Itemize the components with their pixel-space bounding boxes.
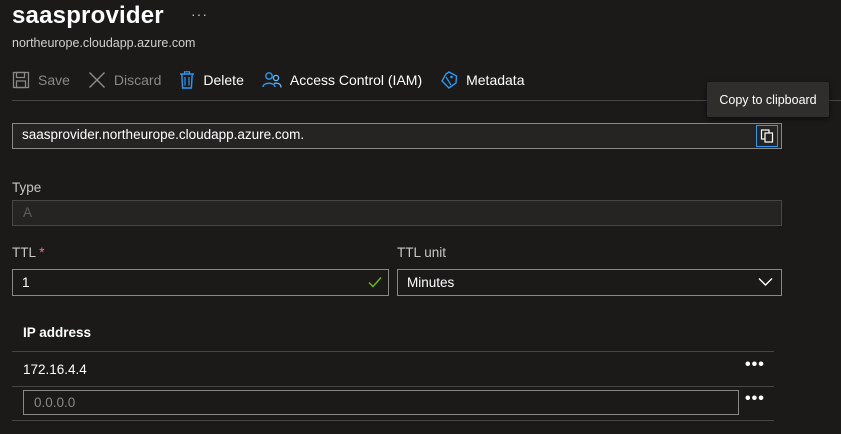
ip-address-column-header: IP address (23, 325, 92, 340)
chevron-down-icon (758, 278, 773, 286)
ip-address-value: 172.16.4.4 (23, 362, 87, 377)
ttl-label: TTL * (12, 245, 45, 260)
tag-icon (441, 71, 458, 89)
people-icon (262, 72, 282, 88)
ttl-unit-label: TTL unit (397, 245, 447, 260)
save-label: Save (38, 72, 70, 88)
ttl-input[interactable] (12, 269, 389, 296)
metadata-button[interactable]: Metadata (440, 71, 524, 89)
new-row-more-button[interactable]: ••• (745, 391, 765, 407)
ttl-unit-dropdown[interactable] (397, 269, 782, 296)
ttl-label-text: TTL (12, 245, 36, 260)
ip-address-placeholder: 0.0.0.0 (34, 395, 76, 410)
close-icon (88, 71, 105, 89)
checkmark-icon (368, 277, 382, 288)
more-options-button[interactable]: ··· (191, 6, 208, 22)
table-divider (12, 420, 774, 421)
save-button[interactable]: Save (12, 71, 70, 89)
trash-icon (180, 71, 195, 89)
delete-button[interactable]: Delete (179, 71, 244, 89)
save-icon (12, 71, 30, 89)
type-field (12, 200, 782, 226)
type-value: A (23, 205, 33, 220)
required-indicator: * (39, 245, 45, 260)
copy-tooltip: Copy to clipboard (707, 82, 829, 117)
copy-to-clipboard-button[interactable] (756, 125, 778, 147)
access-control-button[interactable]: Access Control (IAM) (262, 71, 422, 89)
page-title: saasprovider (12, 2, 164, 29)
fqdn-value: saasprovider.northeurope.cloudapp.azure.… (22, 127, 305, 142)
new-ip-address-input[interactable] (23, 390, 739, 415)
delete-label: Delete (203, 72, 244, 88)
table-divider (12, 386, 774, 387)
type-label: Type (12, 180, 42, 195)
ttl-value: 1 (22, 275, 30, 290)
copy-icon (760, 129, 774, 143)
access-control-label: Access Control (IAM) (289, 72, 423, 88)
metadata-label: Metadata (466, 72, 525, 88)
page-subtitle: northeurope.cloudapp.azure.com (12, 36, 196, 50)
discard-label: Discard (113, 72, 162, 88)
table-divider (12, 351, 774, 352)
row-more-button[interactable]: ••• (745, 357, 765, 373)
ttl-unit-value: Minutes (407, 275, 455, 290)
discard-button[interactable]: Discard (88, 71, 161, 89)
command-bar: Save Discard Delete Access Control (IAM) (12, 66, 542, 94)
